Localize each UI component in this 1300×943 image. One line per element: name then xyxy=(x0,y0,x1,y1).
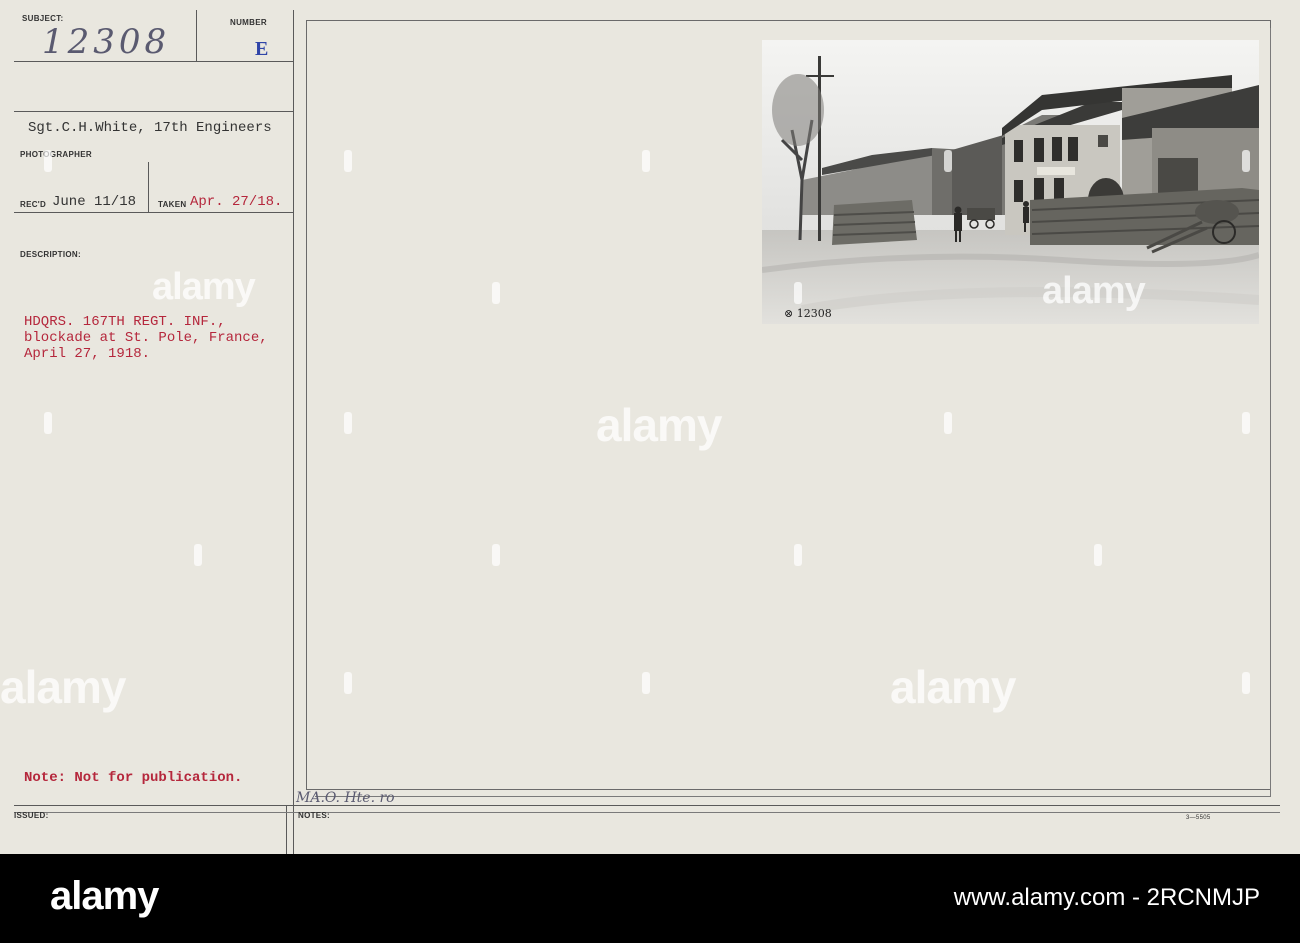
image-id-text: www.alamy.com - 2RCNMJP xyxy=(953,884,1260,911)
footer-bar: alamy www.alamy.com - 2RCNMJP xyxy=(0,854,1300,943)
alamy-logo: alamy xyxy=(50,874,159,918)
watermark-ticks xyxy=(44,150,1250,694)
archive-card: SUBJECT: 12308 NUMBER E Sgt.C.H.White, 1… xyxy=(0,0,1300,854)
